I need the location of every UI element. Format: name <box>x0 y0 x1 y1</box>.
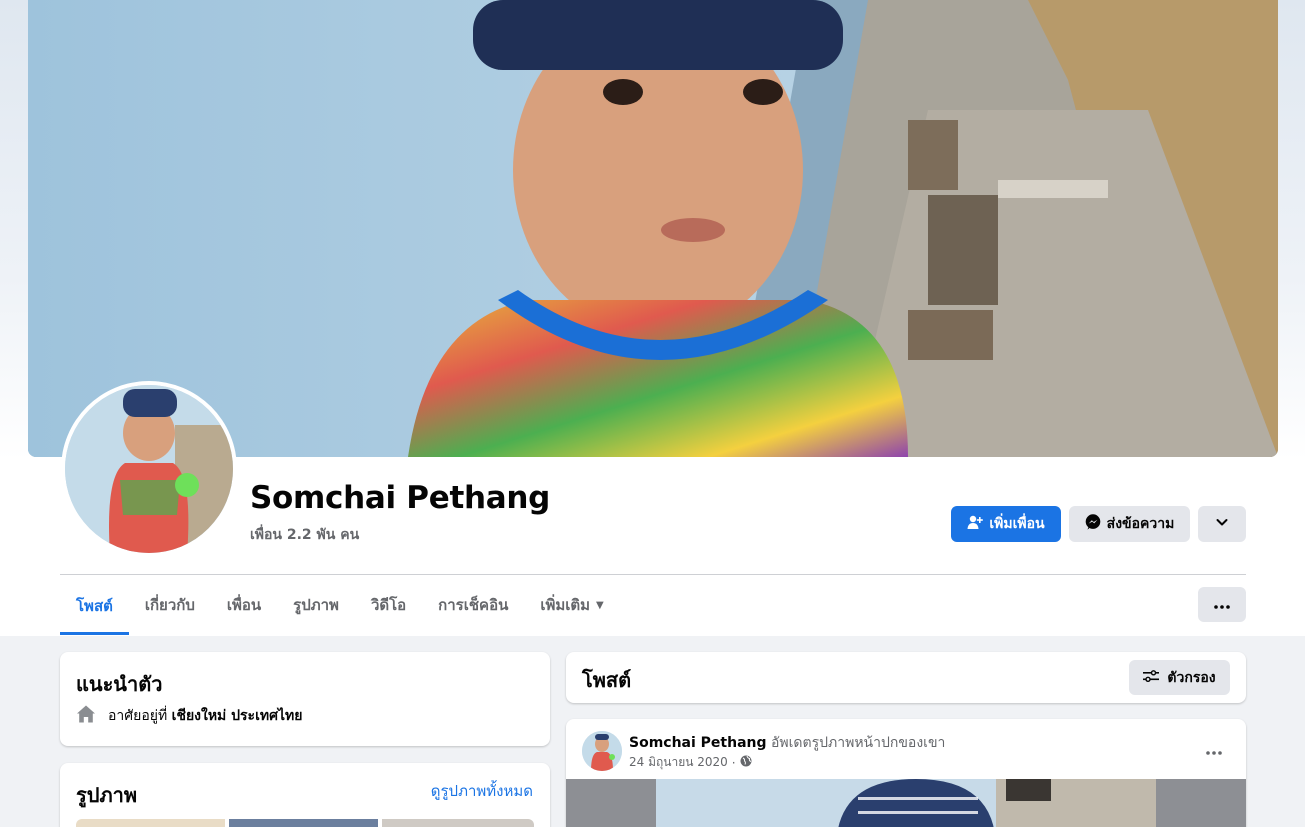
chevron-down-icon <box>1215 515 1229 533</box>
message-button[interactable]: ส่งข้อความ <box>1069 506 1190 542</box>
messenger-icon <box>1085 514 1101 534</box>
post-date[interactable]: 24 มิถุนายน 2020 <box>629 753 728 772</box>
profile-name: Somchai Pethang <box>250 480 551 516</box>
cover-photo[interactable] <box>28 0 1278 457</box>
photo-thumbnail[interactable] <box>229 819 378 827</box>
tab-checkins[interactable]: การเช็คอิน <box>422 576 524 634</box>
profile-avatar[interactable] <box>61 381 237 557</box>
filter-button[interactable]: ตัวกรอง <box>1129 660 1230 695</box>
profile-options-button[interactable] <box>1198 506 1246 542</box>
tab-more[interactable]: เพิ่มเติม ▼ <box>524 576 619 634</box>
lives-in-row: อาศัยอยู่ที่ เชียงใหม่ ประเทศไทย <box>76 704 302 728</box>
intro-card: แนะนำตัว อาศัยอยู่ที่ เชียงใหม่ ประเทศไท… <box>60 652 550 746</box>
tab-friends[interactable]: เพื่อน <box>211 576 277 634</box>
add-person-icon <box>967 514 984 534</box>
lives-in-text: อาศัยอยู่ที่ เชียงใหม่ ประเทศไทย <box>108 705 302 727</box>
post-image[interactable] <box>566 779 1246 827</box>
post-options-button[interactable] <box>1196 733 1232 769</box>
tab-more-label: เพิ่มเติม <box>540 596 591 614</box>
header-divider <box>60 574 1246 575</box>
post-author-avatar[interactable] <box>582 731 622 771</box>
caret-down-icon: ▼ <box>596 599 604 611</box>
profile-tabs: โพสต์ เกี่ยวกับ เพื่อน รูปภาพ วิดีโอ การ… <box>60 576 620 636</box>
globe-icon <box>740 755 752 770</box>
add-friend-label: เพิ่มเพื่อน <box>989 516 1045 532</box>
filter-icon <box>1143 669 1160 687</box>
see-all-photos-link[interactable]: ดูรูปภาพทั้งหมด <box>431 779 533 803</box>
posts-header-card: โพสต์ ตัวกรอง <box>566 652 1246 703</box>
tab-videos[interactable]: วิดีโอ <box>355 576 422 634</box>
tab-photos[interactable]: รูปภาพ <box>277 576 355 634</box>
filter-label: ตัวกรอง <box>1167 669 1216 686</box>
photo-thumbnail[interactable] <box>382 819 534 827</box>
more-icon <box>1214 597 1230 613</box>
friends-count[interactable]: เพื่อน 2.2 พัน คน <box>250 524 359 546</box>
posts-title: โพสต์ <box>582 668 632 692</box>
photos-card: รูปภาพ ดูรูปภาพทั้งหมด <box>60 763 550 827</box>
post-card: Somchai Pethang อัพเดตรูปภาพหน้าปกของเขา… <box>566 719 1246 827</box>
photo-thumbnail[interactable] <box>76 819 225 827</box>
intro-title: แนะนำตัว <box>76 672 163 696</box>
message-label: ส่งข้อความ <box>1106 516 1175 532</box>
add-friend-button[interactable]: เพิ่มเพื่อน <box>951 506 1061 542</box>
home-icon <box>76 704 96 728</box>
photos-title: รูปภาพ <box>76 783 138 807</box>
lives-in-place[interactable]: เชียงใหม่ ประเทศไทย <box>172 708 303 724</box>
post-action-text: อัพเดตรูปภาพหน้าปกของเขา <box>770 735 946 751</box>
lives-in-prefix: อาศัยอยู่ที่ <box>108 708 168 724</box>
post-meta-separator: · <box>731 755 736 770</box>
post-header-text: Somchai Pethang อัพเดตรูปภาพหน้าปกของเขา <box>629 732 945 754</box>
more-icon <box>1206 743 1222 759</box>
post-meta: 24 มิถุนายน 2020 · <box>629 753 752 772</box>
tab-about[interactable]: เกี่ยวกับ <box>129 576 211 634</box>
post-author-name[interactable]: Somchai Pethang <box>629 735 767 751</box>
tabs-more-options-button[interactable] <box>1198 587 1246 622</box>
tab-posts[interactable]: โพสต์ <box>60 576 129 635</box>
